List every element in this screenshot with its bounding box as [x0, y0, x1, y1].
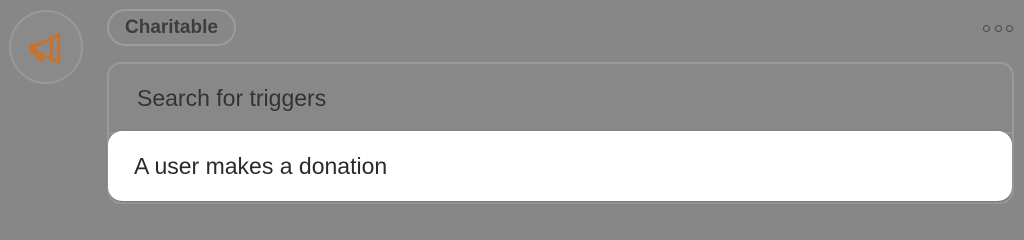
more-dot [1006, 24, 1013, 32]
more-options-icon[interactable] [983, 21, 1013, 35]
search-triggers-input[interactable] [135, 83, 1012, 113]
trigger-selector-card: Charitable A user makes a donation [0, 0, 1024, 213]
trigger-option[interactable]: A user makes a donation [108, 131, 1012, 201]
category-chip[interactable]: Charitable [107, 9, 236, 46]
trigger-app-avatar [9, 10, 83, 84]
more-dot [983, 24, 990, 32]
trigger-option-label: A user makes a donation [134, 152, 388, 179]
category-chip-label: Charitable [125, 16, 218, 38]
megaphone-icon [29, 33, 61, 65]
more-dot [994, 24, 1002, 32]
search-row [109, 64, 1012, 134]
